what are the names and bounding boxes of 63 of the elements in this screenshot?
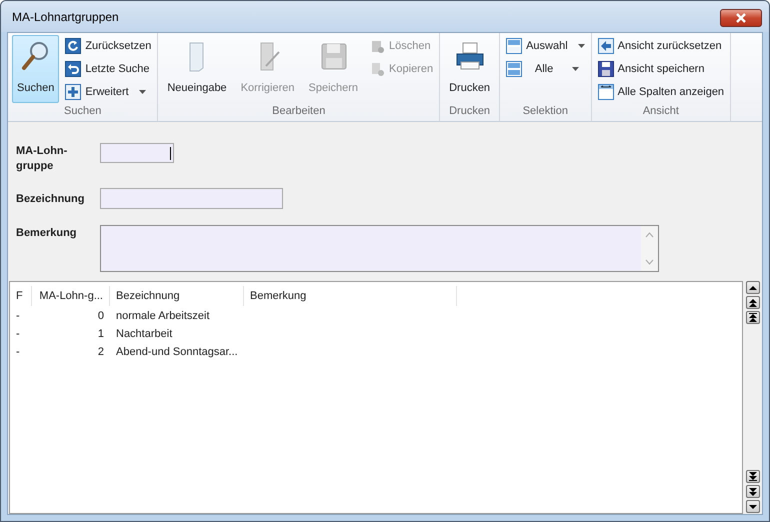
scroll-to-bottom-button[interactable]: [746, 470, 760, 483]
table-icon: [506, 38, 522, 54]
field-label: MA-Lohn-gruppe: [16, 144, 68, 174]
table-cell-text: 1: [96, 328, 105, 340]
page-down-button[interactable]: [746, 485, 760, 498]
double-down-icon: [749, 488, 757, 496]
input-field[interactable]: [100, 188, 283, 209]
group-label: Selektion: [522, 104, 569, 119]
double-up-icon: [749, 298, 757, 306]
scroll-down-button[interactable]: [746, 500, 760, 513]
refresh-icon: [65, 38, 82, 54]
caret-icon: [578, 44, 585, 48]
group-label: Bearbeiten: [271, 104, 326, 119]
group-label: Drucken: [448, 104, 492, 119]
field-label: Bezeichnung: [16, 192, 86, 207]
input-field[interactable]: [100, 143, 174, 163]
table-cell-text: -: [15, 346, 21, 358]
column-header[interactable]: Bemerkung: [244, 286, 457, 306]
group-label: Suchen: [63, 104, 102, 119]
ribbon-button[interactable]: Erweitert: [63, 82, 154, 102]
ribbon-button[interactable]: Drucken: [444, 35, 496, 103]
ribbon-button[interactable]: Zurücksetzen: [63, 36, 154, 56]
page-up-button[interactable]: [746, 296, 760, 309]
ribbon-button[interactable]: Ansicht zurücksetzen: [596, 36, 726, 56]
column-header[interactable]: Bezeichnung: [110, 286, 244, 306]
table-cell-text: normale Arbeitszeit: [115, 310, 211, 322]
arrow-left-icon: [598, 38, 614, 54]
undo-icon: [65, 61, 82, 77]
field-label: Bemerkung: [16, 226, 78, 241]
close-button[interactable]: [720, 8, 762, 26]
triangle-up-icon: [749, 284, 757, 292]
table-cell-text: 2: [96, 346, 105, 358]
table-icon: [506, 61, 522, 77]
scroll-to-top-button[interactable]: [746, 311, 760, 324]
close-icon: [735, 12, 747, 22]
table-cell-text: 0: [96, 310, 105, 322]
chevron-down-icon: [645, 259, 654, 265]
ribbon-button[interactable]: Auswahl: [504, 36, 587, 56]
scroll-up-button[interactable]: [746, 281, 760, 294]
table-cell-text: -: [15, 328, 21, 340]
caret-icon: [138, 90, 146, 94]
table-cell-text: Nachtarbeit: [115, 328, 174, 340]
text-area[interactable]: [100, 225, 659, 272]
ribbon-button[interactable]: Letzte Suche: [63, 59, 154, 79]
columns-icon: [598, 84, 614, 100]
column-header[interactable]: F: [10, 286, 32, 306]
triangle-down-icon: [749, 502, 757, 510]
column-header[interactable]: MA-Lohn-g...: [32, 286, 110, 306]
to-bottom-icon: [749, 472, 757, 481]
to-top-icon: [749, 313, 757, 322]
group-label: Ansicht: [642, 104, 680, 119]
chevron-up-icon: [645, 232, 654, 238]
table-cell-text: Abend-und Sonntagsar...: [115, 346, 239, 358]
window-title: MA-Lohnartgruppen: [12, 10, 120, 24]
caret-icon: [572, 67, 580, 71]
ribbon-button[interactable]: Alle: [504, 59, 587, 79]
ribbon-button[interactable]: Suchen: [12, 35, 60, 103]
plus-icon: [65, 84, 82, 100]
ribbon-button[interactable]: Alle Spalten anzeigen: [596, 82, 726, 102]
table-cell-text: -: [15, 310, 21, 322]
printer-icon: [454, 40, 486, 72]
ribbon-button[interactable]: Neueingabe: [162, 35, 232, 103]
ribbon-button[interactable]: Ansicht speichern: [596, 59, 726, 79]
